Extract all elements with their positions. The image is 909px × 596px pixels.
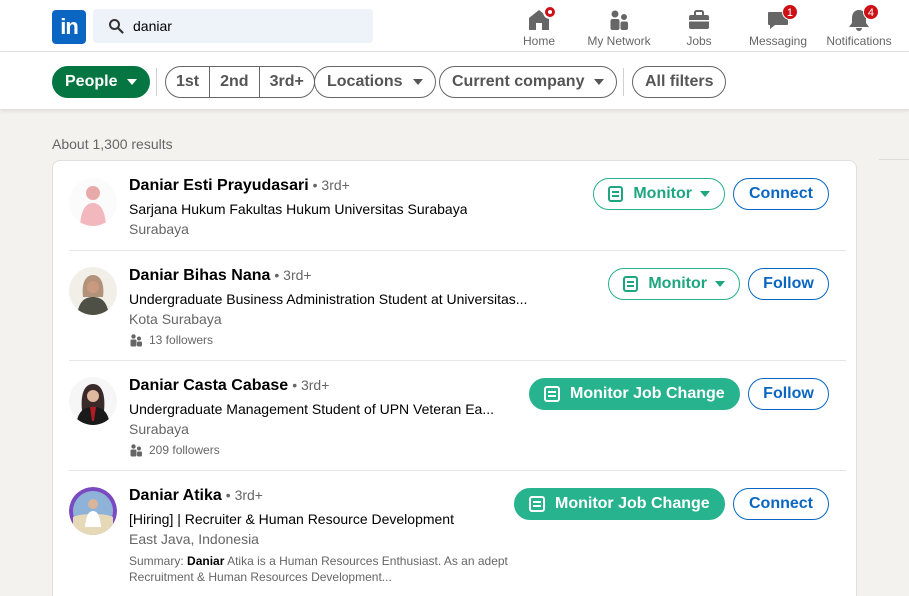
people-icon <box>130 444 142 457</box>
connection-degree: • 3rd+ <box>292 377 330 393</box>
nav-my-network[interactable]: My Network <box>580 4 658 50</box>
messaging-icon: 1 <box>766 4 798 32</box>
notifications-badge: 4 <box>862 4 879 20</box>
briefcase-icon <box>687 8 711 32</box>
monitor-job-change-button[interactable]: Monitor Job Change <box>514 488 725 520</box>
chevron-down-icon <box>700 191 710 197</box>
list-item: Daniar Casta Cabase • 3rd+ Undergraduate … <box>53 361 858 471</box>
nav-home-label: Home <box>522 34 555 48</box>
avatar[interactable] <box>69 487 117 535</box>
chevron-down-icon <box>594 79 605 85</box>
current-company-filter-label: Current company <box>452 73 585 90</box>
list-item: Daniar Esti Prayudasari • 3rd+ Sarjana Hu… <box>53 161 858 251</box>
nav-jobs[interactable]: Jobs <box>676 4 722 50</box>
search-icon <box>109 19 124 34</box>
all-filters-button[interactable]: All filters <box>632 66 727 98</box>
profile-name[interactable]: Daniar Atika • 3rd+ <box>129 487 263 505</box>
nav-home[interactable]: Home <box>516 4 562 50</box>
profile-headline: Undergraduate Business Administration St… <box>129 291 528 307</box>
top-nav: in Home My Network <box>0 0 909 52</box>
follower-count: 13 followers <box>129 333 213 347</box>
messaging-badge: 1 <box>781 4 798 20</box>
profile-headline: [Hiring] | Recruiter & Human Resource De… <box>129 511 454 527</box>
network-icon <box>607 8 631 32</box>
monitor-icon <box>608 186 624 202</box>
linkedin-logo[interactable]: in <box>52 10 86 44</box>
monitor-button[interactable]: Monitor <box>593 178 725 210</box>
locations-filter-button[interactable]: Locations <box>314 66 436 98</box>
follow-button[interactable]: Follow <box>748 268 829 300</box>
filter-divider <box>156 68 157 96</box>
current-company-filter-button[interactable]: Current company <box>439 66 618 98</box>
nav-messaging[interactable]: 1 Messaging <box>746 4 810 50</box>
home-icon <box>527 5 557 32</box>
bell-icon: 4 <box>847 4 879 32</box>
connection-degree: • 3rd+ <box>312 177 350 193</box>
nav-jobs-label: Jobs <box>686 34 712 48</box>
profile-location: Kota Surabaya <box>129 311 222 327</box>
search-input[interactable] <box>133 9 363 43</box>
nav-messaging-label: Messaging <box>748 34 808 48</box>
profile-location: Surabaya <box>129 221 189 237</box>
connect-button[interactable]: Connect <box>733 178 829 210</box>
degree-3rd-button[interactable]: 3rd+ <box>260 67 314 97</box>
follow-button[interactable]: Follow <box>748 378 829 410</box>
people-filter-label: People <box>65 73 118 90</box>
nav-notifications[interactable]: 4 Notifications <box>822 4 896 50</box>
locations-filter-label: Locations <box>327 73 403 90</box>
home-notification-dot <box>543 5 557 19</box>
profile-name[interactable]: Daniar Bihas Nana • 3rd+ <box>129 267 312 285</box>
connection-degree: • 3rd+ <box>225 487 263 503</box>
search-box[interactable] <box>93 9 373 43</box>
monitor-icon <box>623 276 639 292</box>
connect-button[interactable]: Connect <box>733 488 829 520</box>
right-rail-divider <box>879 159 909 160</box>
avatar[interactable] <box>69 267 117 315</box>
connection-degree: • 3rd+ <box>274 267 312 283</box>
monitor-icon <box>529 496 545 512</box>
list-item: Daniar Bihas Nana • 3rd+ Undergraduate Bu… <box>53 251 858 361</box>
profile-location: East Java, Indonesia <box>129 531 259 547</box>
profile-location: Surabaya <box>129 421 189 437</box>
chevron-down-icon <box>715 281 725 287</box>
profile-headline: Undergraduate Management Student of UPN … <box>129 401 495 417</box>
profile-name[interactable]: Daniar Casta Cabase • 3rd+ <box>129 377 329 395</box>
filter-divider <box>623 68 624 96</box>
avatar[interactable] <box>69 377 117 425</box>
nav-notifications-label: Notifications <box>826 34 892 48</box>
profile-headline: Sarjana Hukum Fakultas Hukum Universitas… <box>129 201 468 217</box>
degree-1st-button[interactable]: 1st <box>166 67 211 97</box>
list-item: Daniar Atika • 3rd+ [Hiring] | Recruiter … <box>53 471 858 596</box>
nav-my-network-label: My Network <box>587 34 651 48</box>
all-filters-label: All filters <box>645 73 714 90</box>
avatar[interactable] <box>69 178 117 226</box>
results-count: About 1,300 results <box>52 136 173 152</box>
profile-summary: Summary: Daniar Atika is a Human Resourc… <box>129 554 508 584</box>
people-filter-button[interactable]: People <box>52 66 151 98</box>
people-icon <box>130 334 142 347</box>
connection-degree-filter: 1st 2nd 3rd+ <box>165 66 315 98</box>
monitor-icon <box>544 386 560 402</box>
chevron-down-icon <box>127 79 138 85</box>
degree-2nd-button[interactable]: 2nd <box>210 67 260 97</box>
profile-name[interactable]: Daniar Esti Prayudasari • 3rd+ <box>129 177 350 195</box>
follower-count: 209 followers <box>129 443 220 457</box>
results-list: Daniar Esti Prayudasari • 3rd+ Sarjana Hu… <box>52 160 857 596</box>
filter-bar: People 1st 2nd 3rd+ Locations Current co… <box>0 52 909 110</box>
chevron-down-icon <box>412 79 423 85</box>
monitor-button[interactable]: Monitor <box>608 268 740 300</box>
monitor-job-change-button[interactable]: Monitor Job Change <box>529 378 740 410</box>
